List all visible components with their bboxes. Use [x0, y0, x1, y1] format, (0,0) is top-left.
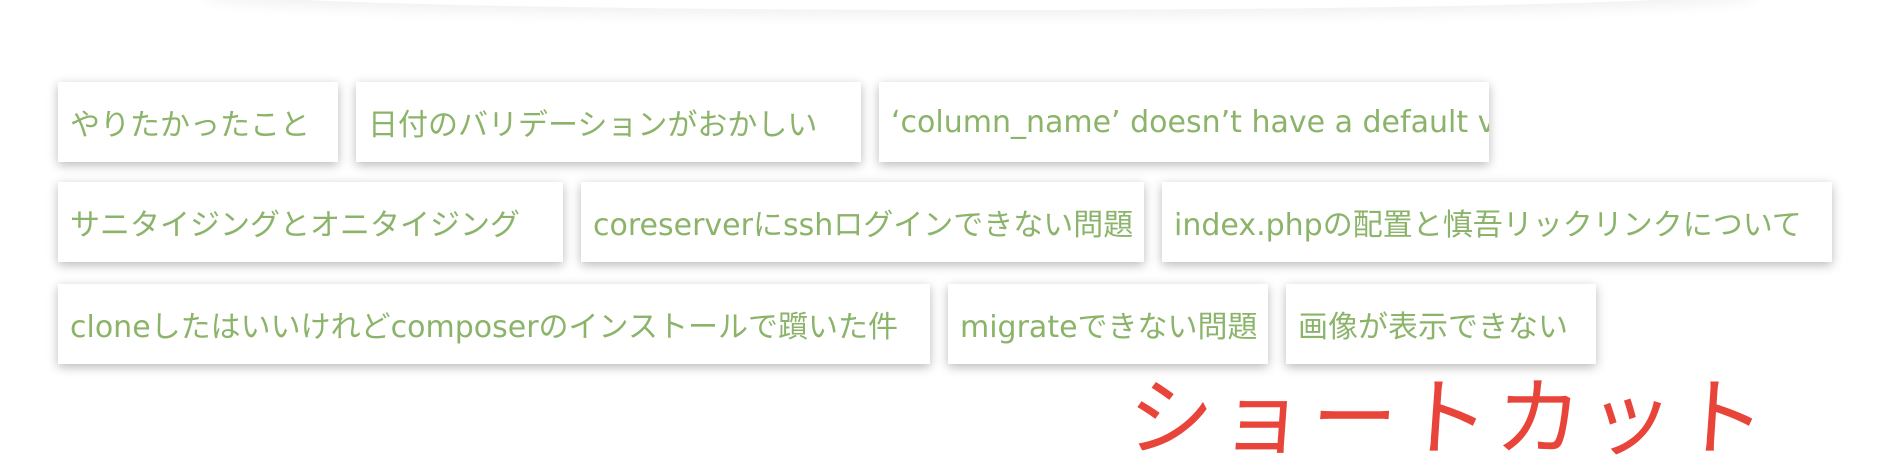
tag-link[interactable]: やりたかったこと: [58, 82, 338, 162]
tag-link[interactable]: coreserverにsshログインできない問題: [581, 182, 1144, 262]
shortcut-annotation: ショートカット: [1123, 369, 1775, 469]
tag-link[interactable]: サニタイジングとオニタイジング: [58, 182, 563, 262]
tag-link[interactable]: ‘column_name’ doesn’t have a default val…: [879, 82, 1489, 162]
tag-link[interactable]: cloneしたはいいけれどcomposerのインストールで躓いた件: [58, 284, 930, 364]
tag-link[interactable]: 日付のバリデーションがおかしい: [356, 82, 861, 162]
tag-link[interactable]: index.phpの配置と慎吾リックリンクについて: [1162, 182, 1832, 262]
